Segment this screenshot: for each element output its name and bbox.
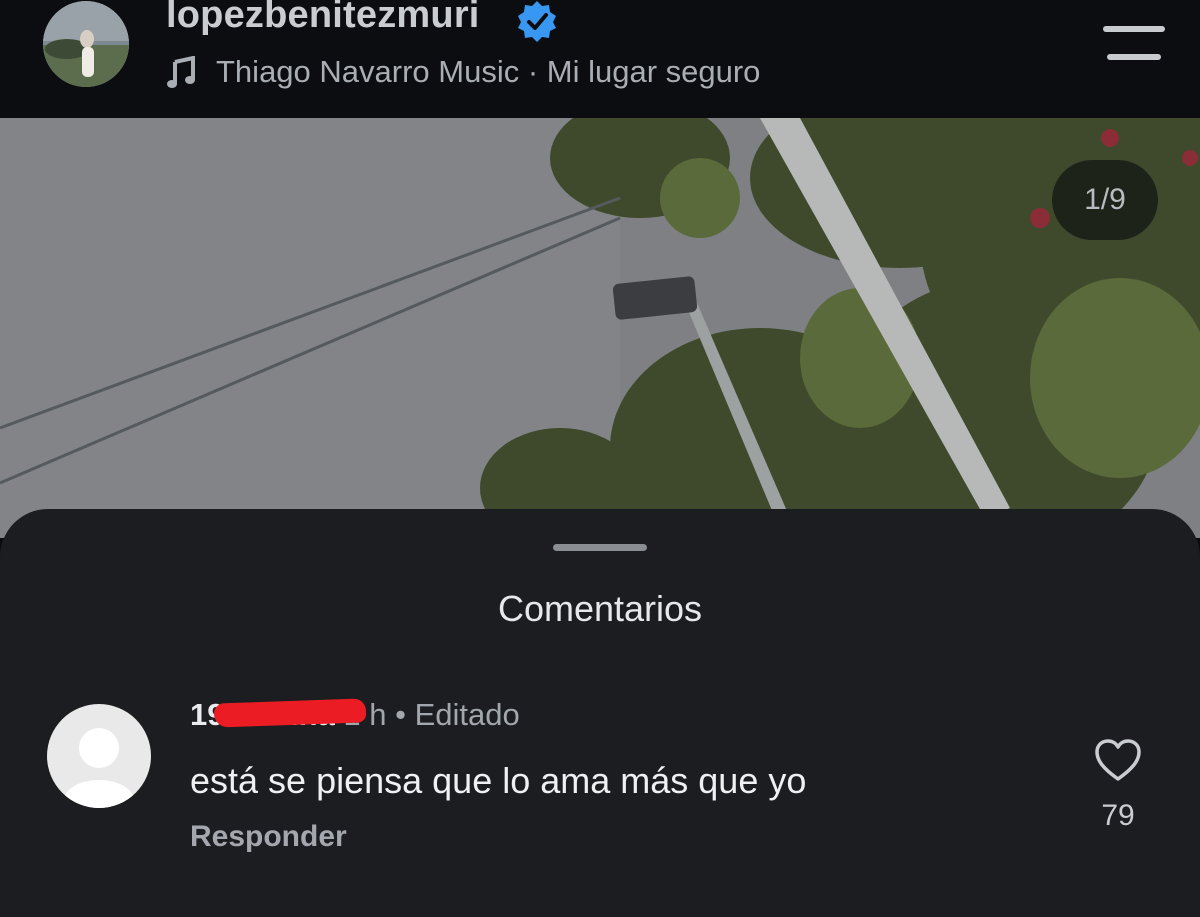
post-photo[interactable]: 1/9 (0, 118, 1200, 538)
menu-icon[interactable] (1103, 26, 1165, 64)
profile-avatar[interactable] (43, 1, 129, 87)
comments-sheet: Comentarios 19 marina 1 h • Editado está… (0, 509, 1200, 917)
edited-label: Editado (414, 697, 520, 732)
default-avatar-icon (63, 728, 135, 808)
profile-photo (43, 1, 129, 87)
heart-icon[interactable] (1094, 739, 1142, 783)
photo-counter: 1/9 (1052, 160, 1158, 240)
sheet-drag-handle[interactable] (553, 544, 647, 551)
music-note-icon (167, 56, 195, 88)
sheet-title: Comentarios (497, 588, 703, 629)
photo-image (0, 118, 1200, 538)
reply-button[interactable]: Responder (190, 820, 347, 854)
post-header: lopezbenitezmuri Thiago Navarro Music · … (0, 0, 1200, 118)
verified-icon (518, 1, 556, 42)
meta-separator: • (395, 697, 406, 732)
commenter-username[interactable]: 19 marina (190, 697, 367, 732)
comment-text: está se piensa que lo ama más que yo (190, 760, 807, 801)
music-track[interactable]: Thiago Navarro Music · Mi lugar seguro (216, 54, 760, 90)
commenter-avatar[interactable] (47, 704, 151, 808)
post-username[interactable]: lopezbenitezmuri (166, 0, 480, 37)
comment-meta: 19 marina 1 h • Editado (190, 697, 520, 737)
like-count: 79 (1101, 799, 1135, 832)
